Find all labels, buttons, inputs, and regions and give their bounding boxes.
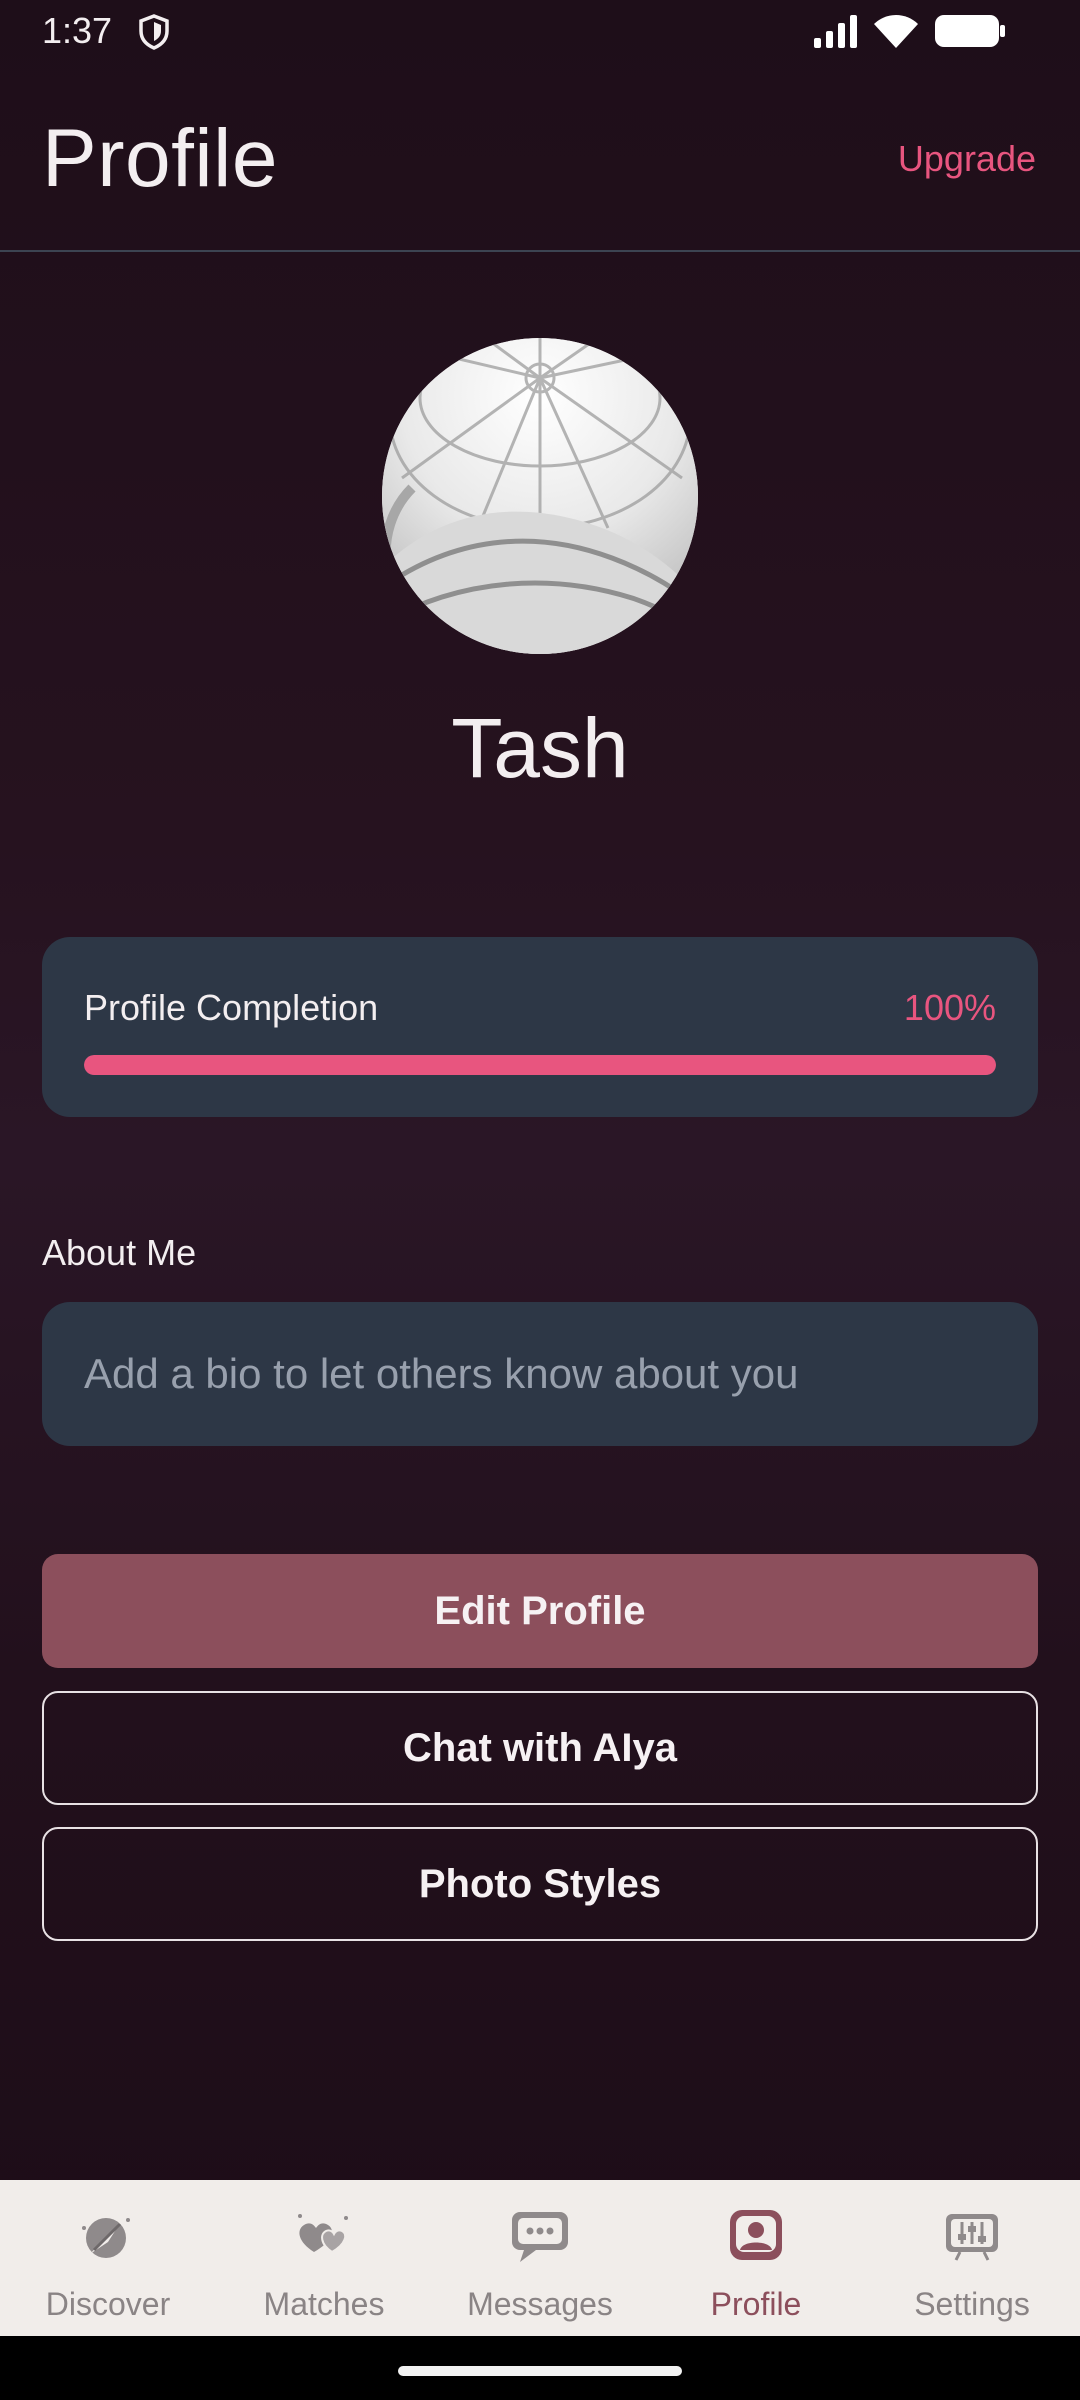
nav-label: Profile <box>710 2286 802 2322</box>
nav-item-settings[interactable]: Settings <box>864 2180 1080 2336</box>
nav-item-discover[interactable]: Discover <box>0 2180 216 2336</box>
upgrade-link[interactable]: Upgrade <box>898 138 1036 180</box>
chat-bubble-icon <box>512 2212 568 2262</box>
profile-completion-card: Profile Completion 100% <box>42 937 1038 1117</box>
nav-label: Messages <box>467 2286 613 2322</box>
about-me-label: About Me <box>42 1232 197 1273</box>
completion-percent: 100% <box>903 987 996 1028</box>
shield-icon <box>139 14 169 50</box>
status-bar: 1:37 <box>0 0 1080 62</box>
profile-icon <box>730 2210 782 2260</box>
edit-profile-button[interactable]: Edit Profile <box>42 1554 1038 1668</box>
completion-progress-fill <box>84 1055 996 1075</box>
app-header: Profile Upgrade <box>0 62 1080 252</box>
battery-icon <box>935 15 1005 47</box>
home-indicator[interactable] <box>398 2366 682 2376</box>
wifi-icon <box>874 15 918 48</box>
compass-icon <box>82 2218 130 2258</box>
bio-input[interactable]: Add a bio to let others know about you <box>42 1302 1038 1446</box>
sliders-icon <box>946 2214 998 2261</box>
user-name: Tash <box>451 701 629 795</box>
bottom-nav: Discover Matches Messages Profile Settin… <box>0 2180 1080 2336</box>
signal-icon <box>814 15 857 48</box>
hearts-icon <box>298 2214 348 2254</box>
nav-item-messages[interactable]: Messages <box>432 2180 648 2336</box>
status-time: 1:37 <box>42 10 113 51</box>
avatar-photo <box>382 338 698 654</box>
page-title: Profile <box>42 113 278 204</box>
nav-item-matches[interactable]: Matches <box>216 2180 432 2336</box>
nav-item-profile[interactable]: Profile <box>648 2180 864 2336</box>
nav-label: Settings <box>914 2286 1030 2322</box>
nav-label: Discover <box>45 2286 171 2322</box>
nav-label: Matches <box>263 2286 385 2322</box>
chat-with-alya-button[interactable]: Chat with AIya <box>42 1691 1038 1805</box>
avatar[interactable] <box>382 338 698 654</box>
photo-styles-button[interactable]: Photo Styles <box>42 1827 1038 1941</box>
completion-progress-bar <box>84 1055 996 1075</box>
completion-label: Profile Completion <box>84 987 379 1028</box>
